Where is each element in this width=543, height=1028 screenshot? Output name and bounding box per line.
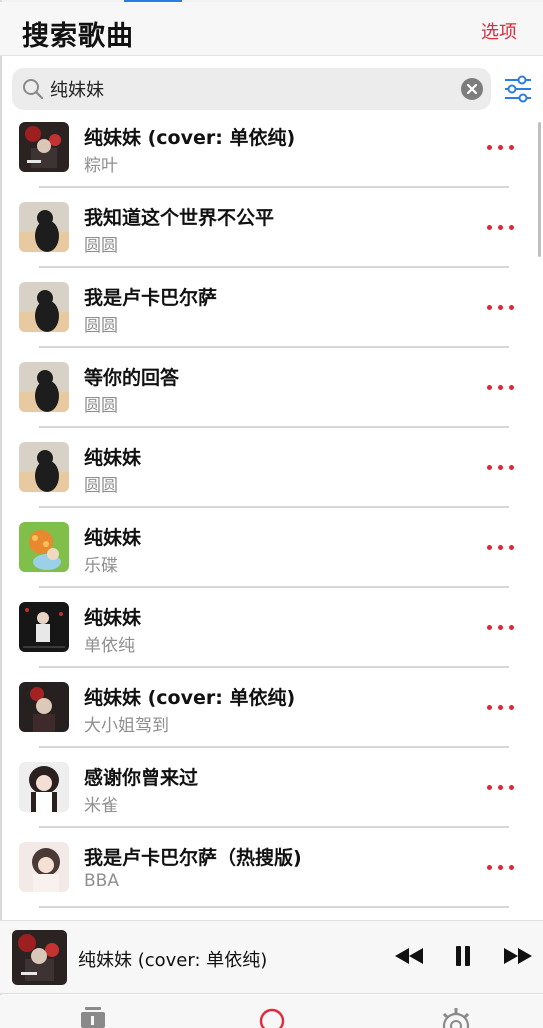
song-artist: 圆圆 xyxy=(84,396,118,416)
now-playing-art xyxy=(12,930,67,985)
more-icon[interactable] xyxy=(487,704,515,712)
song-artist: 大小姐驾到 xyxy=(84,716,169,736)
search-icon xyxy=(23,79,44,100)
song-title: 纯妹妹 xyxy=(84,607,142,629)
song-title: 感谢你曾来过 xyxy=(84,767,199,789)
song-artist: 圆圆 xyxy=(84,476,118,496)
result-row[interactable]: 纯妹妹 (cover: 单依纯) 粽叶 xyxy=(0,108,543,188)
clear-icon[interactable] xyxy=(461,78,483,100)
more-icon[interactable] xyxy=(487,384,515,392)
page-title: 搜索歌曲 xyxy=(22,21,134,52)
song-title: 纯妹妹 (cover: 单依纯) xyxy=(84,127,296,149)
song-title: 纯妹妹 xyxy=(84,527,142,549)
song-title: 我是卢卡巴尔萨 xyxy=(84,287,218,309)
scrollbar[interactable] xyxy=(538,122,541,257)
header: 搜索歌曲 选项 xyxy=(0,2,543,56)
result-row[interactable]: 纯妹妹 圆圆 xyxy=(0,428,543,508)
more-icon[interactable] xyxy=(487,864,515,872)
filter-icon[interactable] xyxy=(503,75,533,103)
album-art xyxy=(19,362,69,412)
song-title: 纯妹妹 (cover: 单依纯) xyxy=(84,687,296,709)
song-title: 我知道这个世界不公平 xyxy=(84,207,275,229)
song-artist: 单依纯 xyxy=(84,636,135,656)
more-icon[interactable] xyxy=(487,784,515,792)
forward-icon[interactable] xyxy=(502,945,534,967)
now-playing-title: 纯妹妹 (cover: 单依纯) xyxy=(78,950,268,971)
search-field[interactable] xyxy=(12,68,491,110)
album-art xyxy=(19,282,69,332)
settings-tab-icon[interactable] xyxy=(438,1007,474,1028)
song-artist: BBA xyxy=(84,871,119,891)
more-icon[interactable] xyxy=(487,304,515,312)
song-title: 纯妹妹 xyxy=(84,447,142,469)
library-tab-icon[interactable] xyxy=(78,1007,108,1028)
more-icon[interactable] xyxy=(487,144,515,152)
now-playing-bar[interactable]: 纯妹妹 (cover: 单依纯) xyxy=(0,920,543,994)
album-art xyxy=(19,522,69,572)
more-icon[interactable] xyxy=(487,544,515,552)
result-row[interactable]: 纯妹妹 乐碟 xyxy=(0,508,543,588)
song-artist: 圆圆 xyxy=(84,316,118,336)
album-art xyxy=(19,682,69,732)
album-art xyxy=(19,762,69,812)
album-art xyxy=(19,602,69,652)
result-row[interactable]: 纯妹妹 单依纯 xyxy=(0,588,543,668)
album-art xyxy=(19,442,69,492)
more-icon[interactable] xyxy=(487,624,515,632)
song-artist: 乐碟 xyxy=(84,556,118,576)
options-button[interactable]: 选项 xyxy=(481,18,517,44)
song-title: 我是卢卡巴尔萨（热搜版) xyxy=(84,847,302,869)
result-row[interactable]: 等你的回答 圆圆 xyxy=(0,348,543,428)
album-art xyxy=(19,842,69,892)
result-row[interactable]: 感谢你曾来过 米雀 xyxy=(0,748,543,828)
row-divider xyxy=(39,906,509,908)
more-icon[interactable] xyxy=(487,464,515,472)
result-row[interactable]: 我是卢卡巴尔萨 圆圆 xyxy=(0,268,543,348)
song-artist: 米雀 xyxy=(84,796,118,816)
pause-icon[interactable] xyxy=(453,945,473,967)
search-tab-icon[interactable] xyxy=(258,1007,286,1028)
song-artist: 圆圆 xyxy=(84,236,118,256)
more-icon[interactable] xyxy=(487,224,515,232)
search-results-list: 纯妹妹 (cover: 单依纯) 粽叶 我知道这个世界不公平 圆圆 我是卢卡巴尔… xyxy=(0,108,543,920)
album-art xyxy=(19,202,69,252)
result-row[interactable]: 我知道这个世界不公平 圆圆 xyxy=(0,188,543,268)
search-input[interactable] xyxy=(50,68,450,110)
rewind-icon[interactable] xyxy=(393,945,425,967)
result-row[interactable]: 我是卢卡巴尔萨（热搜版) BBA xyxy=(0,828,543,908)
song-artist: 粽叶 xyxy=(84,156,118,176)
album-art xyxy=(19,122,69,172)
tab-bar xyxy=(0,995,543,1028)
song-title: 等你的回答 xyxy=(84,367,180,389)
result-row[interactable]: 纯妹妹 (cover: 单依纯) 大小姐驾到 xyxy=(0,668,543,748)
